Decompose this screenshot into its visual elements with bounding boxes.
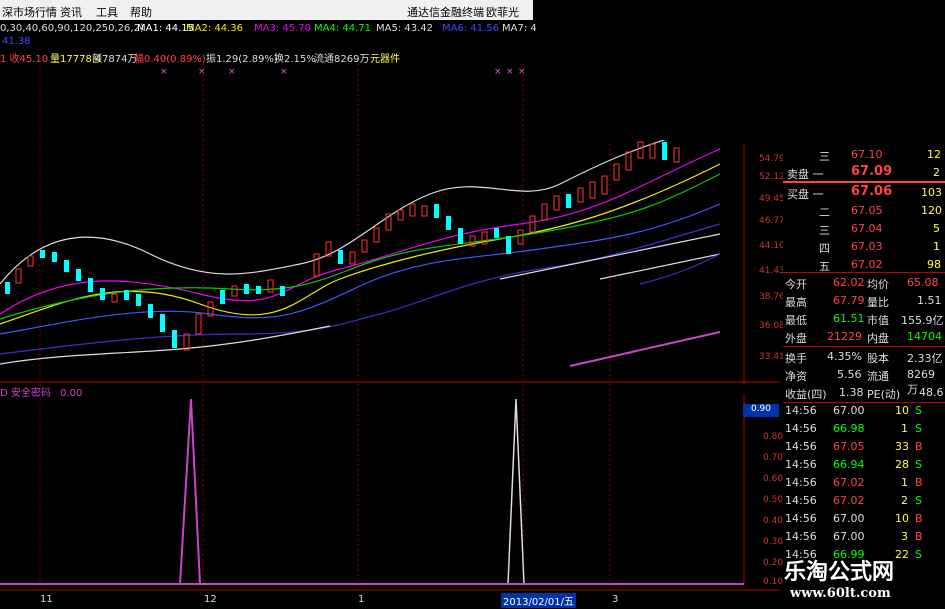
- float-value: 流通8269万: [314, 54, 370, 65]
- tick-row: 14:56 67.00 10 B: [785, 512, 923, 525]
- svg-text:×: ×: [198, 67, 206, 77]
- quote-panel: 三 67.10 12 卖盘 一 67.09 2 买盘 一 67.06 103 二…: [783, 140, 945, 580]
- tick-row: 14:56 67.02 1 B: [785, 476, 923, 489]
- menu-bar: 深市场行情 资讯 工具 帮助 通达信金融终端 欧菲光: [0, 0, 533, 20]
- ma-legend: 0,30,40,60,90,120,250,26,2) MA1: 44.15 M…: [0, 20, 537, 36]
- indicator-name: 安全密码: [10, 388, 51, 399]
- cursor-date: 2013/02/01/五: [501, 593, 577, 608]
- buy-level-2: 二 67.05 120: [819, 204, 942, 219]
- close-value: 1 收45.10: [0, 54, 49, 65]
- sell-level-1: 卖盘 一 67.09 2: [787, 164, 940, 181]
- ma-params: 0,30,40,60,90,120,250,26,2): [0, 23, 144, 34]
- turnover-value: 换2.15%: [274, 54, 316, 65]
- tick-row: 14:56 67.00 3 B: [785, 530, 923, 543]
- menu-info[interactable]: 资讯: [60, 4, 82, 20]
- stock-name: 欧菲光: [486, 6, 519, 19]
- svg-text:×: ×: [228, 67, 236, 77]
- menu-tools[interactable]: 工具: [96, 4, 118, 20]
- ma-lines: [0, 123, 721, 367]
- indicator-value: 0.00: [60, 388, 83, 399]
- candles: [5, 141, 680, 351]
- event-markers: × × × × × × ×: [160, 67, 526, 77]
- tick-row: 14:56 66.98 1 S: [785, 422, 922, 435]
- indicator-legend: D 安全密码 0.00: [0, 388, 83, 399]
- watermark-url: www.60lt.com: [790, 586, 891, 601]
- tick-row: 14:56 67.05 33 B: [785, 440, 923, 453]
- tick-row: 14:56 67.00 10 S: [785, 404, 922, 417]
- brand-label: 通达信金融终端: [407, 6, 484, 19]
- svg-text:×: ×: [494, 67, 502, 77]
- ma4-value: MA4: 44.71: [314, 23, 372, 34]
- change-value: 幅0.40(0.89%): [134, 54, 206, 65]
- svg-text:×: ×: [518, 67, 526, 77]
- watermark-title: 乐淘公式网: [784, 559, 895, 585]
- buy-level-4: 四 67.03 1: [819, 240, 940, 255]
- ma7-value: MA7: 4: [502, 23, 537, 34]
- svg-text:×: ×: [160, 67, 168, 77]
- ma5-value: MA5: 43.42: [376, 23, 434, 34]
- ma3-value: MA3: 45.70: [254, 23, 312, 34]
- amplitude-value: 振1.29(2.89%): [206, 54, 278, 65]
- indicator-spikes: [178, 398, 525, 585]
- buy-level-3: 三 67.04 5: [819, 222, 940, 237]
- amount-value: 额7874万: [92, 54, 138, 65]
- tick-row: 14:56 66.94 28 S: [785, 458, 922, 471]
- buy-level-1: 买盘 一 67.06 103: [787, 184, 942, 201]
- tick-row: 14:56 67.02 2 S: [785, 494, 922, 507]
- svg-text:×: ×: [506, 67, 514, 77]
- ma6-value: MA6: 41.56: [442, 23, 500, 34]
- ma2-value: MA2: 44.36: [186, 23, 244, 34]
- sector-value: 元器件: [370, 54, 400, 65]
- svg-text:×: ×: [280, 67, 288, 77]
- menu-help[interactable]: 帮助: [130, 4, 152, 20]
- sell-level-3: 三 67.10 12: [819, 148, 941, 163]
- menu-market[interactable]: 深市场行情: [2, 4, 57, 20]
